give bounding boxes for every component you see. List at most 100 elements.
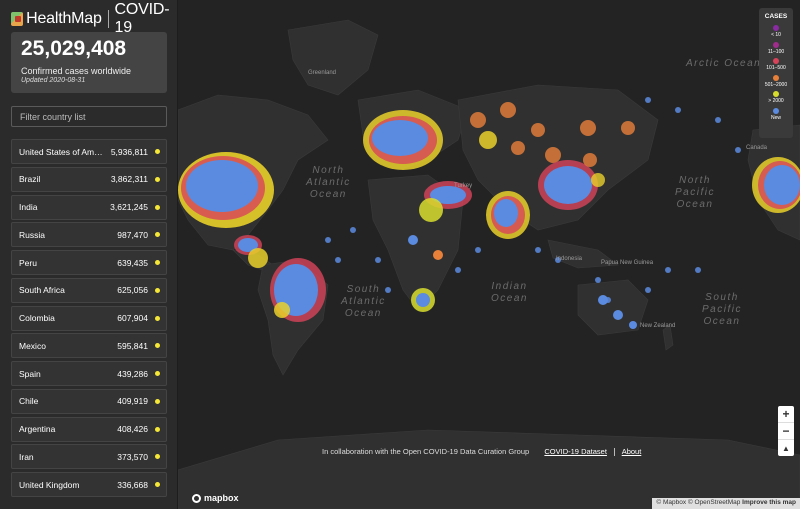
total-cases: 25,029,408 xyxy=(21,37,127,60)
country-list: United States of Amer... 5,936,811 Brazil 3… xyxy=(11,139,167,500)
country-cases: 607,904 xyxy=(117,313,148,324)
case-level-dot xyxy=(155,343,160,349)
zoom-in-button[interactable]: + xyxy=(778,406,794,423)
country-cases: 336,668 xyxy=(117,479,148,490)
legend-item: 101–500 xyxy=(759,58,793,71)
case-level-dot xyxy=(155,454,160,460)
stats-card: 25,029,408 Confirmed cases worldwide Upd… xyxy=(11,32,167,93)
map-attribution: © Mapbox © OpenStreetMap Improve this ma… xyxy=(652,498,800,509)
legend-label: 501–2000 xyxy=(764,81,788,88)
mapbox-icon xyxy=(192,493,201,503)
legend-dot xyxy=(773,25,779,31)
label-south-atlantic: South Atlantic Ocean xyxy=(341,284,386,319)
country-row[interactable]: Colombia 607,904 xyxy=(11,305,167,331)
mapbox-label: mapbox xyxy=(204,493,239,503)
cases-legend: CASES < 10 11–100 101–500 501–2000 > 2000 New xyxy=(759,8,793,138)
case-level-dot xyxy=(155,260,160,266)
country-row[interactable]: South Africa 625,056 xyxy=(11,277,167,303)
country-cases: 595,841 xyxy=(117,340,148,351)
country-cases: 409,919 xyxy=(117,396,148,407)
country-row[interactable]: Mexico 595,841 xyxy=(11,333,167,359)
about-link[interactable]: About xyxy=(622,447,642,456)
legend-label: > 2000 xyxy=(768,98,784,104)
legend-item: New xyxy=(759,107,793,121)
country-name: Russia xyxy=(19,229,45,240)
country-cases: 3,862,311 xyxy=(110,174,148,185)
improve-map-link[interactable]: Improve this map xyxy=(742,499,796,506)
zoom-out-button[interactable]: − xyxy=(778,423,794,440)
label-turkey: Turkey xyxy=(454,183,473,189)
collab-text: In collaboration with the Open COVID-19 … xyxy=(322,447,530,456)
country-name: Peru xyxy=(19,257,37,268)
label-south-pacific: South Pacific Ocean xyxy=(702,292,742,327)
label-canada: Canada xyxy=(746,145,768,151)
country-cases: 439,286 xyxy=(117,368,148,379)
world-map-svg xyxy=(178,0,800,509)
case-level-dot xyxy=(155,315,160,321)
legend-dot xyxy=(773,41,779,48)
country-row[interactable]: United Kingdom 336,668 xyxy=(11,472,167,498)
country-name: Colombia xyxy=(19,313,55,324)
country-name: India xyxy=(19,202,38,213)
country-name: Spain xyxy=(19,368,41,379)
label-papua: Papua New Guinea xyxy=(601,260,654,266)
country-row[interactable]: Chile 409,919 xyxy=(11,388,167,414)
country-name: Chile xyxy=(19,396,39,407)
legend-label: New xyxy=(770,114,781,121)
legend-item: > 2000 xyxy=(759,91,793,104)
country-name: United States of Amer... xyxy=(19,146,104,157)
country-row[interactable]: India 3,621,245 xyxy=(11,194,167,220)
country-row[interactable]: United States of Amer... 5,936,811 xyxy=(11,139,167,164)
label-north-atlantic: North Atlantic Ocean xyxy=(306,165,351,200)
case-level-dot xyxy=(155,232,160,238)
legend-dot xyxy=(773,74,779,81)
country-cases: 408,426 xyxy=(117,424,148,435)
label-greenland: Greenland xyxy=(308,70,337,76)
case-level-dot xyxy=(155,287,160,293)
country-name: Argentina xyxy=(19,424,56,435)
country-cases: 5,936,811 xyxy=(110,146,148,157)
brand-name: HealthMap xyxy=(26,10,102,27)
legend-label: 11–100 xyxy=(767,48,785,55)
country-row[interactable]: Russia 987,470 xyxy=(11,222,167,248)
country-cases: 639,435 xyxy=(117,257,148,268)
legend-title: CASES xyxy=(764,13,788,20)
attribution-text[interactable]: © Mapbox © OpenStreetMap xyxy=(656,499,740,506)
case-level-dot xyxy=(155,426,160,432)
legend-item: 11–100 xyxy=(759,41,793,55)
country-name: South Africa xyxy=(19,285,65,296)
country-cases: 373,570 xyxy=(117,451,148,462)
country-name: Iran xyxy=(19,451,34,462)
mapbox-logo[interactable]: mapbox xyxy=(192,493,239,503)
collab-divider xyxy=(614,448,616,457)
filter-country-input[interactable] xyxy=(11,106,167,127)
compass-icon[interactable]: ▲ xyxy=(778,440,794,456)
label-indian-ocean: Indian Ocean xyxy=(491,281,528,304)
country-row[interactable]: Spain 439,286 xyxy=(11,361,167,387)
country-row[interactable]: Argentina 408,426 xyxy=(11,416,167,442)
legend-item: 501–2000 xyxy=(759,74,793,88)
sidebar: HealthMap COVID-19 25,029,408 Confirmed … xyxy=(0,0,178,509)
country-row[interactable]: Peru 639,435 xyxy=(11,250,167,276)
case-level-dot xyxy=(155,149,160,154)
map-canvas[interactable]: Arctic Ocean North Atlantic Ocean South Atl… xyxy=(178,0,800,509)
legend-item: < 10 xyxy=(759,25,793,38)
country-row[interactable]: Iran 373,570 xyxy=(11,444,167,470)
country-name: United Kingdom xyxy=(19,479,80,490)
zoom-controls: + − ▲ xyxy=(778,406,794,456)
healthmap-logo-icon xyxy=(11,12,24,26)
case-level-dot xyxy=(155,398,160,404)
collaboration-note: In collaboration with the Open COVID-19 … xyxy=(322,447,642,457)
brand-divider xyxy=(107,10,109,28)
label-arctic-ocean: Arctic Ocean xyxy=(686,58,762,69)
label-north-pacific: North Pacific Ocean xyxy=(675,175,715,210)
legend-dot xyxy=(773,58,779,64)
country-name: Brazil xyxy=(19,174,41,185)
country-cases: 3,621,245 xyxy=(110,202,148,213)
label-new-zealand: New Zealand xyxy=(640,323,676,329)
case-level-dot xyxy=(155,176,160,182)
country-cases: 987,470 xyxy=(117,229,148,240)
country-row[interactable]: Brazil 3,862,311 xyxy=(11,166,167,192)
dataset-link[interactable]: COVID-19 Dataset xyxy=(544,447,607,456)
brand[interactable]: HealthMap COVID-19 xyxy=(11,1,177,36)
